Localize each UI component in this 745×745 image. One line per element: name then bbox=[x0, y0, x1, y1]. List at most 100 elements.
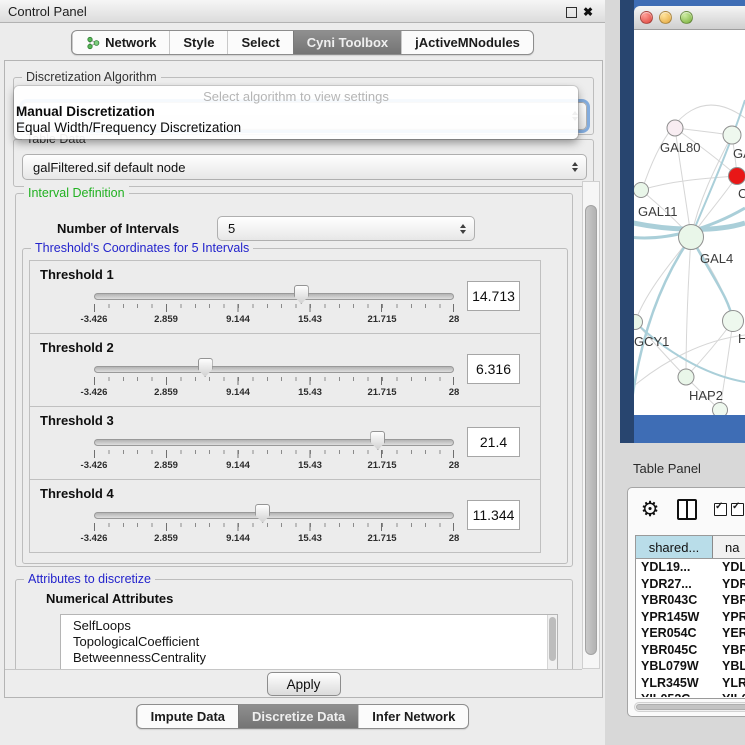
table-hscrollbar-thumb[interactable] bbox=[636, 704, 745, 710]
cell-shared-name[interactable]: YDL19... bbox=[636, 560, 713, 574]
cell-name[interactable]: YLR3 bbox=[713, 676, 745, 690]
table-row[interactable]: YBL079W YBL0 bbox=[636, 658, 745, 675]
float-window-icon[interactable] bbox=[566, 7, 577, 18]
tab-item[interactable]: jActiveMNodules bbox=[401, 31, 533, 54]
threshold-value-field[interactable]: 11.344 bbox=[467, 500, 520, 530]
slider: -3.4262.8599.14415.4321.71528 bbox=[94, 407, 454, 481]
table-row[interactable]: YBR045C YBR0 bbox=[636, 642, 745, 659]
table-row[interactable]: YIL052C YIL0 bbox=[636, 691, 745, 697]
popup-option-manual-discretization[interactable]: Manual Discretization bbox=[16, 104, 155, 119]
table-row[interactable]: YDR27... YDR2 bbox=[636, 576, 745, 593]
table-data-combobox[interactable]: galFiltered.sif default node bbox=[22, 154, 587, 180]
tick-labels: -3.4262.8599.14415.4321.71528 bbox=[94, 314, 454, 326]
cell-shared-name[interactable]: YER054C bbox=[636, 626, 713, 640]
table-horizontal-scrollbar[interactable] bbox=[634, 702, 745, 712]
table-data-selected-value: galFiltered.sif default node bbox=[33, 160, 185, 175]
close-icon[interactable] bbox=[583, 3, 597, 19]
number-of-intervals-combobox[interactable]: 5 bbox=[217, 216, 475, 241]
table-row[interactable]: YER054C YER0 bbox=[636, 625, 745, 642]
table-row[interactable]: YBR043C YBR0 bbox=[636, 592, 745, 609]
thresholds-coordinates-group: Threshold's Coordinates for 5 Intervals … bbox=[22, 248, 568, 564]
tab-item[interactable]: Select bbox=[227, 31, 292, 54]
network-node[interactable] bbox=[723, 126, 741, 144]
table-row[interactable]: YPR145W YPR1 bbox=[636, 609, 745, 626]
network-node[interactable] bbox=[634, 183, 649, 198]
tab-item[interactable]: Network bbox=[72, 31, 169, 54]
cell-name[interactable]: YDR2 bbox=[713, 577, 745, 591]
network-node[interactable] bbox=[723, 311, 744, 332]
number-of-intervals-label: Number of Intervals bbox=[57, 221, 179, 236]
attributes-scrollbar-thumb[interactable] bbox=[549, 617, 556, 661]
slider-thumb[interactable] bbox=[370, 431, 385, 450]
cell-name[interactable]: YER0 bbox=[713, 626, 745, 640]
threshold-row: Threshold 4 -3.4262.8599.14415.4321.7152… bbox=[29, 479, 541, 553]
tab-label: Style bbox=[183, 35, 214, 50]
column-header-shared-name[interactable]: shared... bbox=[636, 536, 713, 558]
slider-track[interactable] bbox=[94, 439, 454, 446]
attributes-to-discretize-group: Attributes to discretize Numerical Attri… bbox=[15, 579, 573, 670]
gear-icon[interactable] bbox=[640, 498, 660, 520]
attributes-list-scrollbar[interactable] bbox=[547, 615, 557, 670]
tick-labels: -3.4262.8599.14415.4321.71528 bbox=[94, 460, 454, 472]
tab-item[interactable]: Cyni Toolbox bbox=[293, 31, 401, 54]
slider-track[interactable] bbox=[94, 293, 454, 300]
tab-item[interactable]: Impute Data bbox=[137, 705, 238, 728]
panel-vertical-scrollbar[interactable] bbox=[582, 181, 600, 669]
table-row[interactable]: YLR345W YLR3 bbox=[636, 675, 745, 692]
threshold-value-field[interactable]: 21.4 bbox=[467, 427, 520, 457]
threshold-row: Threshold 2 -3.4262.8599.14415.4321.7152… bbox=[29, 333, 541, 407]
cell-shared-name[interactable]: YBL079W bbox=[636, 659, 713, 673]
attribute-list-item[interactable]: SelfLoops bbox=[73, 618, 557, 634]
cell-shared-name[interactable]: YPR145W bbox=[636, 610, 713, 624]
slider-thumb[interactable] bbox=[255, 504, 270, 523]
panel-scrollbar-thumb[interactable] bbox=[585, 205, 597, 655]
column-layout-icon[interactable] bbox=[677, 499, 697, 520]
cell-shared-name[interactable]: YDR27... bbox=[636, 577, 713, 591]
table-panel: shared... na YDL19... YDL1 YDR27... YDR2 bbox=[627, 487, 745, 717]
slider-thumb[interactable] bbox=[294, 285, 309, 304]
tick-label: 9.144 bbox=[226, 387, 250, 398]
cell-name[interactable]: YIL0 bbox=[713, 692, 745, 697]
popup-option-equal-width-frequency[interactable]: Equal Width/Frequency Discretization bbox=[16, 120, 241, 135]
panel-title: Control Panel bbox=[8, 4, 87, 19]
tab-item[interactable]: Discretize Data bbox=[238, 705, 358, 728]
attribute-list-item[interactable]: TopologicalCoefficient bbox=[73, 634, 557, 650]
table-row[interactable]: YDL19... YDL1 bbox=[636, 559, 745, 576]
apply-button[interactable]: Apply bbox=[267, 672, 341, 696]
network-node-label: GAL4 bbox=[700, 251, 733, 266]
attribute-list-item[interactable]: BetweennessCentrality bbox=[73, 650, 557, 666]
close-traffic-light[interactable] bbox=[640, 11, 653, 24]
network-node[interactable] bbox=[713, 403, 728, 416]
cell-shared-name[interactable]: YIL052C bbox=[636, 692, 713, 697]
cell-name[interactable]: YDL1 bbox=[713, 560, 745, 574]
cell-name[interactable]: YBL0 bbox=[713, 659, 745, 673]
threshold-row: Threshold 1 -3.4262.8599.14415.4321.7152… bbox=[29, 260, 541, 334]
network-canvas[interactable]: GAL80GACGAL11GAL4GCY1HHAP2 bbox=[634, 30, 745, 415]
network-window-titlebar bbox=[634, 6, 745, 30]
cell-name[interactable]: YPR1 bbox=[713, 610, 745, 624]
tab-label: jActiveMNodules bbox=[415, 35, 520, 50]
cell-shared-name[interactable]: YLR345W bbox=[636, 676, 713, 690]
minimize-traffic-light[interactable] bbox=[659, 11, 672, 24]
tick-label: 15.43 bbox=[298, 387, 322, 398]
tab-item[interactable]: Infer Network bbox=[358, 705, 468, 728]
slider-track[interactable] bbox=[94, 366, 454, 373]
cell-name[interactable]: YBR0 bbox=[713, 643, 745, 657]
slider-thumb[interactable] bbox=[198, 358, 213, 377]
cell-name[interactable]: YBR0 bbox=[713, 593, 745, 607]
network-node[interactable] bbox=[679, 225, 704, 250]
network-node[interactable] bbox=[667, 120, 683, 136]
network-node[interactable] bbox=[678, 369, 694, 385]
cell-shared-name[interactable]: YBR043C bbox=[636, 593, 713, 607]
checkbox-icon[interactable] bbox=[714, 503, 727, 516]
network-node[interactable] bbox=[729, 168, 745, 185]
checkbox-icon[interactable] bbox=[731, 503, 744, 516]
table-rows: YDL19... YDL1 YDR27... YDR2 YBR043C YBR0 bbox=[636, 559, 745, 697]
zoom-traffic-light[interactable] bbox=[680, 11, 693, 24]
tab-item[interactable]: Style bbox=[169, 31, 227, 54]
slider-track[interactable] bbox=[94, 512, 454, 519]
threshold-value-field[interactable]: 6.316 bbox=[467, 354, 520, 384]
threshold-value-field[interactable]: 14.713 bbox=[467, 281, 520, 311]
column-header-name[interactable]: na bbox=[713, 536, 745, 558]
cell-shared-name[interactable]: YBR045C bbox=[636, 643, 713, 657]
